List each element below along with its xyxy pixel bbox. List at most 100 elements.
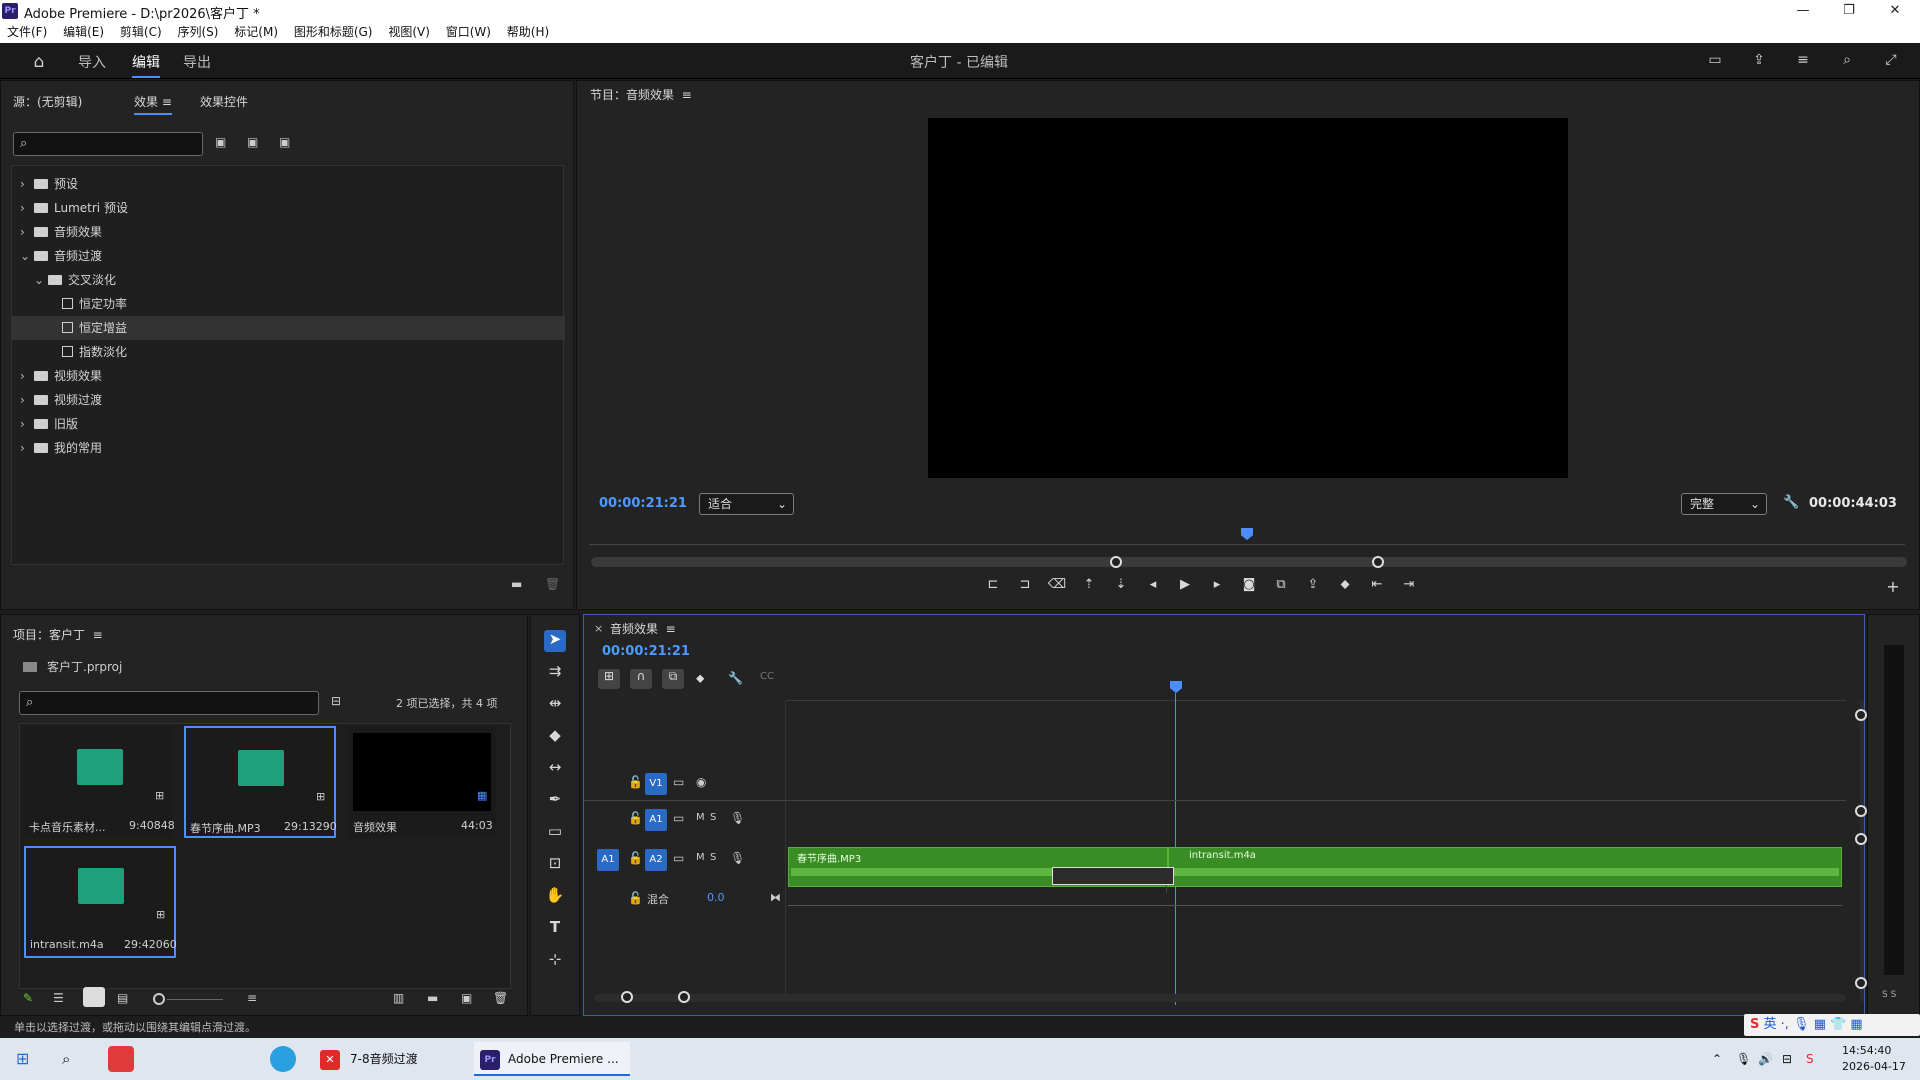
sync-lock-v1-icon[interactable]: ▭: [673, 775, 684, 789]
project-item-1[interactable]: ⊞ 春节序曲.MP3 29:13290: [184, 726, 337, 838]
timeline-timecode[interactable]: 00:00:21:21: [602, 644, 690, 659]
selection-tool-icon[interactable]: ➤: [544, 630, 566, 652]
vertical-scroll-track[interactable]: [1860, 701, 1864, 1001]
app-icon-red[interactable]: [108, 1046, 134, 1072]
task-premiere[interactable]: Pr Adobe Premiere ...: [474, 1042, 630, 1076]
hand-tool-icon[interactable]: ✋: [544, 886, 566, 908]
freeform-view-icon[interactable]: ▤: [117, 991, 128, 1005]
snap-icon[interactable]: ∩: [630, 669, 652, 689]
play-icon[interactable]: ▶: [1175, 577, 1195, 595]
menu-graphics[interactable]: 图形和标题(G): [294, 22, 373, 43]
meter-solo-labels[interactable]: S S: [1882, 990, 1896, 1000]
chevron-down-icon[interactable]: ⌄: [34, 268, 48, 292]
trash-icon[interactable]: 🗑: [545, 577, 560, 591]
source-label[interactable]: 源：(无剪辑): [13, 93, 82, 110]
caption-tool-icon[interactable]: ⊹: [544, 950, 566, 972]
tab-edit[interactable]: 编辑: [132, 52, 160, 78]
clear-marks-icon[interactable]: ⌫: [1047, 577, 1067, 595]
trash-icon[interactable]: 🗑: [493, 991, 508, 1005]
effects-tree-item[interactable]: › 视频过渡: [12, 388, 565, 412]
chevron-right-icon[interactable]: ›: [20, 220, 34, 244]
step-back-icon[interactable]: ◂: [1143, 577, 1163, 595]
go-to-in-icon[interactable]: ⇤: [1367, 577, 1387, 595]
source-track-a1[interactable]: A1: [597, 849, 619, 871]
mute-a1-button[interactable]: M: [696, 812, 705, 823]
timeline-ruler[interactable]: [786, 687, 1846, 701]
menu-window[interactable]: 窗口(W): [446, 22, 491, 43]
effects-tree-item[interactable]: › 音频效果: [12, 220, 565, 244]
track-a1[interactable]: A1: [645, 809, 667, 831]
chevron-down-icon[interactable]: ⌄: [20, 244, 34, 268]
mark-in-icon[interactable]: ⊏: [983, 577, 1003, 595]
program-title[interactable]: 节目：音频效果 ≡: [590, 86, 692, 103]
mix-go-to-icon[interactable]: ⧓: [770, 891, 781, 904]
effects-search-input[interactable]: ⌕: [13, 132, 203, 156]
find-icon[interactable]: ⊟: [331, 694, 341, 708]
menu-lines-icon[interactable]: ≡: [1794, 52, 1812, 70]
lock-mix-icon[interactable]: 🔓: [628, 891, 643, 905]
effects-tree-item[interactable]: 恒定功率: [12, 292, 565, 316]
clock-time[interactable]: 14:54:40: [1842, 1044, 1891, 1057]
extract-icon[interactable]: ⇣: [1111, 577, 1131, 595]
sort-icon[interactable]: ≡: [247, 991, 257, 1005]
slip-tool-icon[interactable]: ↔: [544, 758, 566, 780]
wrench-icon[interactable]: 🔧: [1783, 495, 1799, 510]
tab-import[interactable]: 导入: [78, 52, 106, 72]
lock-v1-icon[interactable]: 🔓: [628, 775, 643, 789]
volume-icon[interactable]: 🔊: [1758, 1042, 1773, 1076]
zoom-slider-handle[interactable]: [153, 993, 165, 1005]
ripple-edit-tool-icon[interactable]: ⇹: [544, 694, 566, 716]
nest-icon[interactable]: ⊞: [598, 669, 620, 689]
solo-a2-button[interactable]: S: [710, 852, 716, 863]
timeline-zoom-left[interactable]: [621, 991, 633, 1003]
step-forward-icon[interactable]: ▸: [1207, 577, 1227, 595]
new-bin-icon[interactable]: ▬: [511, 577, 522, 591]
menu-markers[interactable]: 标记(M): [234, 22, 278, 43]
zoom-slider-track[interactable]: [167, 999, 223, 1000]
zoom-handle-left[interactable]: [1110, 556, 1122, 568]
type-tool-icon[interactable]: T: [544, 918, 566, 940]
edge-browser-icon[interactable]: [270, 1046, 296, 1072]
lock-a2-icon[interactable]: 🔓: [628, 851, 643, 865]
timeline-settings-icon[interactable]: 🔧: [728, 671, 743, 685]
ime-language[interactable]: 英: [1764, 1017, 1777, 1032]
project-item-3[interactable]: ⊞ intransit.m4a 29:42060: [24, 846, 177, 958]
chevron-right-icon[interactable]: ›: [20, 436, 34, 460]
quality-dropdown[interactable]: 完整 ⌄: [1681, 493, 1767, 515]
tray-sogou-icon[interactable]: S: [1806, 1042, 1814, 1076]
tray-mic-icon[interactable]: 🎙: [1736, 1042, 1751, 1076]
fullscreen-icon[interactable]: ⤢: [1882, 52, 1900, 70]
project-item-2[interactable]: ▦ 音频效果 44:03: [348, 726, 496, 838]
minimize-icon[interactable]: —: [1780, 0, 1826, 22]
track-v1[interactable]: V1: [645, 773, 667, 795]
network-icon[interactable]: ⊟: [1782, 1042, 1792, 1076]
project-item-0[interactable]: ⊞ 卡点音乐素材... 9:40848: [24, 726, 175, 838]
tab-export[interactable]: 导出: [183, 52, 211, 72]
menu-file[interactable]: 文件(F): [7, 22, 47, 43]
sequence-tab[interactable]: 音频效果 ≡: [610, 620, 676, 637]
razor-tool-icon[interactable]: ◆: [544, 726, 566, 748]
v-scroll-handle-bottom[interactable]: [1855, 977, 1867, 989]
start-icon[interactable]: ⊞: [16, 1042, 29, 1076]
mic-a1-icon[interactable]: 🎙: [730, 811, 745, 825]
effects-tree-item[interactable]: › Lumetri 预设: [12, 196, 565, 220]
linked-selection-icon[interactable]: ⧉: [662, 669, 684, 689]
track-select-tool-icon[interactable]: ⇉: [544, 662, 566, 684]
home-icon[interactable]: ⌂: [30, 52, 48, 72]
search-zoom-icon[interactable]: ⌕: [1838, 52, 1856, 70]
effects-tree-item[interactable]: ⌄ 音频过渡: [12, 244, 565, 268]
chevron-right-icon[interactable]: ›: [20, 196, 34, 220]
mic-a2-icon[interactable]: 🎙: [730, 851, 745, 865]
close-icon[interactable]: ✕: [1872, 0, 1918, 22]
menu-edit[interactable]: 编辑(E): [63, 22, 104, 43]
mark-out-icon[interactable]: ⊐: [1015, 577, 1035, 595]
pen-tool-icon[interactable]: ✒: [544, 790, 566, 812]
captions-icon[interactable]: CC: [760, 671, 774, 682]
automate-icon[interactable]: ▥: [393, 991, 404, 1005]
clip-intransit[interactable]: intransit.m4a: [1168, 847, 1842, 887]
add-button-icon[interactable]: +: [1883, 577, 1903, 596]
add-marker-icon[interactable]: ⬥: [696, 671, 704, 686]
close-sequence-icon[interactable]: ×: [594, 622, 603, 635]
tray-chevron-icon[interactable]: ⌃: [1712, 1042, 1722, 1076]
tab-effect-controls[interactable]: 效果控件: [200, 93, 248, 110]
